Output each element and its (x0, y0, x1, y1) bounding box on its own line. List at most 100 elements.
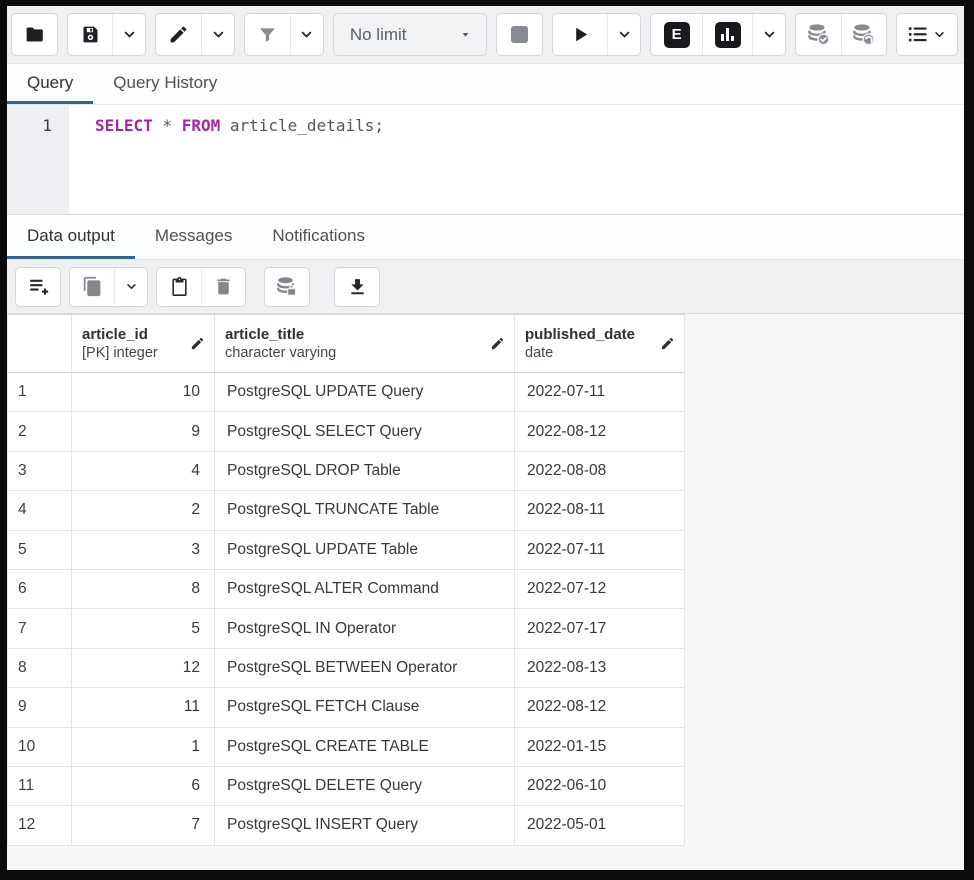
row-number-cell[interactable]: 3 (8, 452, 72, 491)
line-number: 1 (42, 116, 52, 135)
cell-article-title[interactable]: PostgreSQL DROP Table (215, 452, 515, 491)
download-results-button[interactable] (335, 268, 379, 306)
edit-column-icon[interactable] (660, 336, 675, 351)
save-data-button[interactable] (265, 268, 309, 306)
cell-article-title[interactable]: PostgreSQL BETWEEN Operator (215, 649, 515, 688)
row-number-cell[interactable]: 8 (8, 649, 72, 688)
column-type: character varying (225, 344, 336, 363)
save-file-button[interactable] (68, 14, 113, 55)
copy-dropdown-button[interactable] (114, 268, 147, 306)
row-number-cell[interactable]: 6 (8, 570, 72, 609)
paste-button[interactable] (157, 268, 201, 306)
save-data-icon (275, 275, 299, 299)
cell-article-id[interactable]: 6 (72, 767, 215, 806)
cell-article-id[interactable]: 2 (72, 491, 215, 530)
cell-published-date[interactable]: 2022-05-01 (515, 806, 685, 845)
tab-messages[interactable]: Messages (135, 215, 252, 259)
cell-published-date[interactable]: 2022-08-08 (515, 452, 685, 491)
row-number-cell[interactable]: 1 (8, 373, 72, 412)
rollback-button[interactable] (841, 14, 886, 55)
cancel-group (496, 13, 543, 56)
cell-article-id[interactable]: 12 (72, 649, 215, 688)
cell-article-id[interactable]: 4 (72, 452, 215, 491)
edit-column-icon[interactable] (490, 336, 505, 351)
cell-article-title[interactable]: PostgreSQL DELETE Query (215, 767, 515, 806)
tab-notifications[interactable]: Notifications (252, 215, 385, 259)
row-number-cell[interactable]: 5 (8, 531, 72, 570)
chevron-down-icon (932, 27, 947, 42)
stop-query-button[interactable] (497, 14, 542, 55)
sql-keyword-from: FROM (182, 116, 221, 135)
cell-published-date[interactable]: 2022-08-12 (515, 688, 685, 727)
explain-analyze-button[interactable] (702, 14, 753, 55)
explain-dropdown-button[interactable] (752, 14, 785, 55)
sql-code-line[interactable]: SELECT * FROM article_details; (69, 105, 384, 214)
filter-button[interactable] (245, 14, 290, 55)
cell-published-date[interactable]: 2022-06-10 (515, 767, 685, 806)
cell-article-id[interactable]: 9 (72, 412, 215, 451)
execute-button[interactable] (553, 14, 607, 55)
row-limit-value: No limit (350, 25, 407, 45)
cell-article-id[interactable]: 10 (72, 373, 215, 412)
commit-button[interactable] (796, 14, 841, 55)
row-number-cell[interactable]: 12 (8, 806, 72, 845)
tab-query-history-label: Query History (113, 73, 217, 93)
cell-article-title[interactable]: PostgreSQL FETCH Clause (215, 688, 515, 727)
save-icon (80, 24, 101, 45)
row-number-cell[interactable]: 9 (8, 688, 72, 727)
explain-button[interactable]: E (651, 14, 702, 55)
corner-header-cell[interactable] (8, 315, 72, 373)
cell-article-id[interactable]: 1 (72, 728, 215, 767)
tab-query-history[interactable]: Query History (93, 64, 237, 104)
cell-article-title[interactable]: PostgreSQL CREATE TABLE (215, 728, 515, 767)
sql-editor[interactable]: 1 SELECT * FROM article_details; (7, 105, 964, 215)
filter-dropdown-button[interactable] (290, 14, 323, 55)
cell-article-title[interactable]: PostgreSQL INSERT Query (215, 806, 515, 845)
row-number-cell[interactable]: 7 (8, 609, 72, 648)
edit-button[interactable] (156, 14, 201, 55)
chevron-down-icon (298, 26, 315, 43)
column-header-published-date[interactable]: published_date date (515, 315, 685, 373)
results-table: article_id [PK] integer article_title ch… (7, 314, 685, 846)
row-number-cell[interactable]: 2 (8, 412, 72, 451)
tab-query[interactable]: Query (7, 64, 93, 104)
cell-article-id[interactable]: 7 (72, 806, 215, 845)
cell-published-date[interactable]: 2022-08-13 (515, 649, 685, 688)
cell-article-id[interactable]: 5 (72, 609, 215, 648)
save-data-group (264, 267, 310, 307)
cell-published-date[interactable]: 2022-08-12 (515, 412, 685, 451)
cell-article-title[interactable]: PostgreSQL UPDATE Table (215, 531, 515, 570)
edit-dropdown-button[interactable] (201, 14, 234, 55)
cell-published-date[interactable]: 2022-01-15 (515, 728, 685, 767)
cell-article-id[interactable]: 11 (72, 688, 215, 727)
cell-published-date[interactable]: 2022-07-11 (515, 373, 685, 412)
row-number-cell[interactable]: 10 (8, 728, 72, 767)
cell-published-date[interactable]: 2022-07-11 (515, 531, 685, 570)
cell-article-title[interactable]: PostgreSQL UPDATE Query (215, 373, 515, 412)
execute-dropdown-button[interactable] (607, 14, 640, 55)
open-file-button[interactable] (12, 14, 57, 55)
cell-article-title[interactable]: PostgreSQL ALTER Command (215, 570, 515, 609)
add-row-button[interactable] (16, 268, 60, 306)
cell-article-title[interactable]: PostgreSQL TRUNCATE Table (215, 491, 515, 530)
cell-article-id[interactable]: 3 (72, 531, 215, 570)
cell-published-date[interactable]: 2022-08-11 (515, 491, 685, 530)
cell-article-id[interactable]: 8 (72, 570, 215, 609)
save-dropdown-button[interactable] (112, 14, 145, 55)
column-header-article-id[interactable]: article_id [PK] integer (72, 315, 215, 373)
cell-published-date[interactable]: 2022-07-17 (515, 609, 685, 648)
row-number-cell[interactable]: 4 (8, 491, 72, 530)
column-header-text: published_date date (525, 325, 635, 363)
column-header-article-title[interactable]: article_title character varying (215, 315, 515, 373)
edit-column-icon[interactable] (190, 336, 205, 351)
row-number-cell[interactable]: 11 (8, 767, 72, 806)
cell-article-title[interactable]: PostgreSQL SELECT Query (215, 412, 515, 451)
tab-data-output[interactable]: Data output (7, 215, 135, 259)
copy-button[interactable] (70, 268, 114, 306)
row-limit-select[interactable]: No limit (333, 13, 487, 56)
copy-group (69, 267, 148, 307)
delete-row-button[interactable] (201, 268, 245, 306)
macros-button[interactable] (897, 14, 957, 55)
cell-published-date[interactable]: 2022-07-12 (515, 570, 685, 609)
cell-article-title[interactable]: PostgreSQL IN Operator (215, 609, 515, 648)
